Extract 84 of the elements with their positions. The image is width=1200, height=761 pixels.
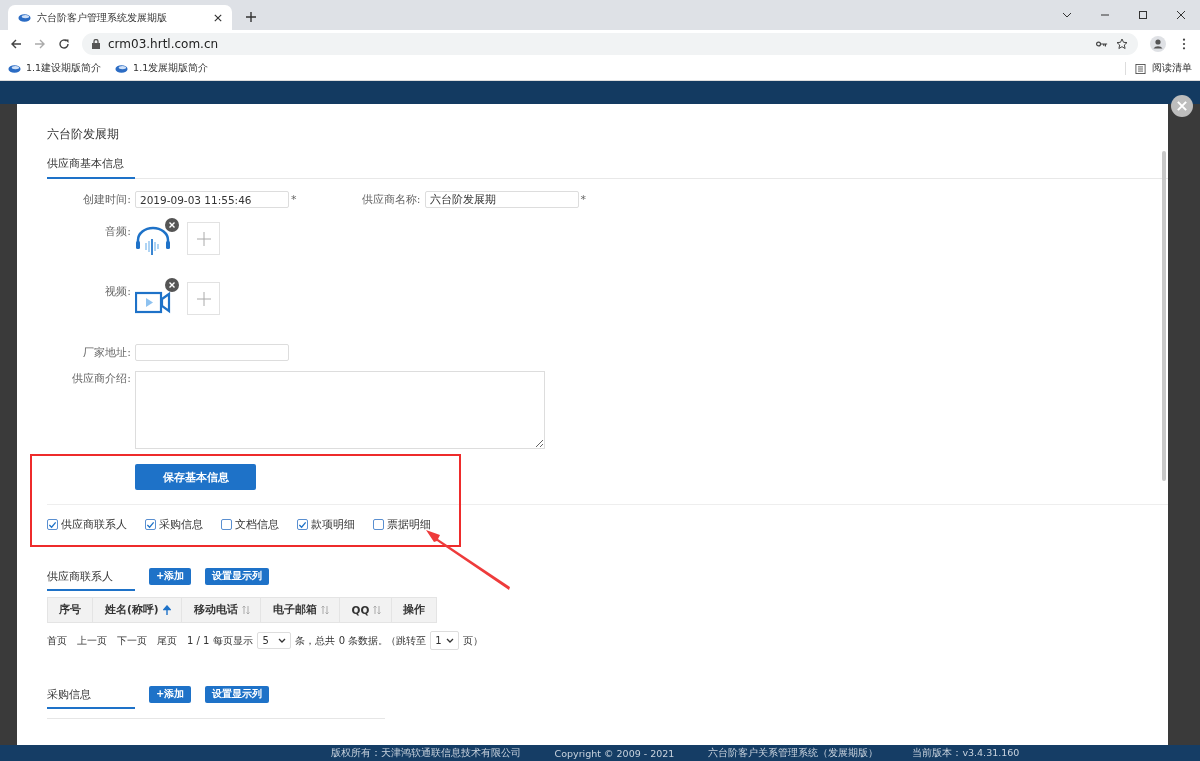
- close-icon[interactable]: [1176, 10, 1186, 20]
- browser-tab[interactable]: 六台阶客户管理系统发展期版: [8, 5, 232, 30]
- supplier-name-field[interactable]: 六台阶发展期: [424, 191, 579, 208]
- field-label: 供应商介绍:: [71, 371, 132, 386]
- remove-icon[interactable]: [165, 278, 179, 292]
- back-icon[interactable]: [10, 37, 22, 50]
- required-mark: *: [291, 193, 297, 206]
- total-text: 条，总共 0 条数据。: [295, 633, 389, 648]
- field-label: 厂家地址:: [82, 345, 132, 360]
- column-header[interactable]: 电子邮箱: [260, 598, 340, 622]
- columns-button[interactable]: 设置显示列: [205, 567, 270, 585]
- arrow-up-icon: [162, 605, 171, 615]
- checkbox-label: 票据明细: [387, 517, 431, 532]
- reading-list-button[interactable]: 阅读清单: [1125, 62, 1192, 75]
- footer-text: 当前版本：v3.4.31.160: [912, 746, 1020, 760]
- caret-icon: [278, 638, 287, 643]
- chevron-icon[interactable]: [1062, 10, 1072, 20]
- sort-icon: [241, 605, 250, 615]
- checkbox[interactable]: [221, 519, 232, 530]
- add-button[interactable]: +添加: [149, 567, 192, 585]
- dialog-title: 六台阶发展期: [47, 126, 120, 142]
- per-page-label: 每页显示: [213, 633, 254, 648]
- checkbox-label: 采购信息: [159, 517, 203, 532]
- column-header[interactable]: QQ: [339, 598, 393, 622]
- sort-icon: [320, 605, 329, 615]
- column-header[interactable]: 操作: [392, 598, 437, 622]
- section-title: 采购信息: [47, 687, 135, 709]
- close-icon[interactable]: [1171, 95, 1193, 117]
- checkbox-label: 文档信息: [235, 517, 279, 532]
- address-field[interactable]: [135, 344, 289, 361]
- headphones-icon: [135, 225, 171, 255]
- checkbox[interactable]: [145, 519, 156, 530]
- address-field[interactable]: crm03.hrtl.com.cn: [82, 32, 1138, 55]
- section-tab[interactable]: 供应商基本信息: [47, 156, 135, 179]
- reload-icon[interactable]: [58, 37, 70, 50]
- logo-icon: [115, 63, 129, 74]
- last-page-link[interactable]: 尾页: [157, 633, 177, 648]
- checkbox-label: 供应商联系人: [61, 517, 127, 532]
- scrollbar[interactable]: [1162, 151, 1166, 481]
- jump-page-select[interactable]: 1: [430, 631, 459, 650]
- bookmark[interactable]: 1.1建设期版简介: [8, 62, 102, 75]
- footer-text: Copyright © 2009 - 2021: [554, 747, 675, 759]
- next-page-link[interactable]: 下一页: [117, 633, 147, 648]
- footer-text: 版权所有：天津鸿软通联信息技术有限公司: [330, 746, 521, 760]
- plus-icon: [196, 291, 211, 306]
- jump-label: （跳转至: [386, 633, 427, 648]
- checkbox[interactable]: [47, 519, 58, 530]
- field-label: 供应商名称:: [360, 192, 422, 207]
- prev-page-link[interactable]: 上一页: [77, 633, 107, 648]
- column-header[interactable]: 序号: [48, 598, 93, 622]
- add-button[interactable]: +添加: [149, 685, 192, 703]
- new-tab-icon[interactable]: [246, 12, 256, 22]
- field-label: 音频:: [104, 224, 132, 239]
- required-mark: *: [580, 193, 586, 206]
- field-label: 创建时间:: [82, 192, 132, 207]
- field-label: 视频:: [104, 284, 132, 299]
- footer-text: 六台阶客户关系管理系统（发展期版）: [708, 746, 879, 760]
- intro-field[interactable]: [135, 371, 545, 449]
- logo-icon: [18, 12, 31, 23]
- bookmark[interactable]: 1.1发展期版简介: [115, 62, 209, 75]
- logo-icon: [8, 63, 21, 74]
- columns-button[interactable]: 设置显示列: [205, 685, 270, 703]
- checkbox[interactable]: [297, 519, 308, 530]
- profile-icon[interactable]: [1150, 35, 1166, 52]
- column-header[interactable]: 姓名(称呼): [93, 598, 182, 622]
- first-page-link[interactable]: 首页: [47, 633, 67, 648]
- save-button[interactable]: 保存基本信息: [135, 464, 256, 490]
- created-time-field[interactable]: 2019-09-03 11:55:46: [135, 191, 289, 208]
- per-page-select[interactable]: 5: [257, 632, 292, 649]
- star-icon[interactable]: [1116, 37, 1128, 50]
- page-indicator: 1 / 1: [187, 635, 210, 646]
- maximize-icon[interactable]: [1138, 10, 1148, 20]
- list-icon: [1134, 63, 1147, 74]
- section-title: 供应商联系人: [47, 569, 135, 591]
- sort-icon: [373, 605, 382, 615]
- caret-icon: [445, 638, 454, 643]
- checkbox[interactable]: [373, 519, 384, 530]
- close-icon[interactable]: [214, 13, 222, 22]
- column-header[interactable]: 移动电话: [181, 598, 261, 622]
- plus-icon: [196, 231, 211, 246]
- lock-icon: [92, 38, 100, 49]
- jump-end-text: 页）: [462, 633, 483, 648]
- checkbox-label: 款项明细: [311, 517, 355, 532]
- remove-icon[interactable]: [165, 218, 179, 232]
